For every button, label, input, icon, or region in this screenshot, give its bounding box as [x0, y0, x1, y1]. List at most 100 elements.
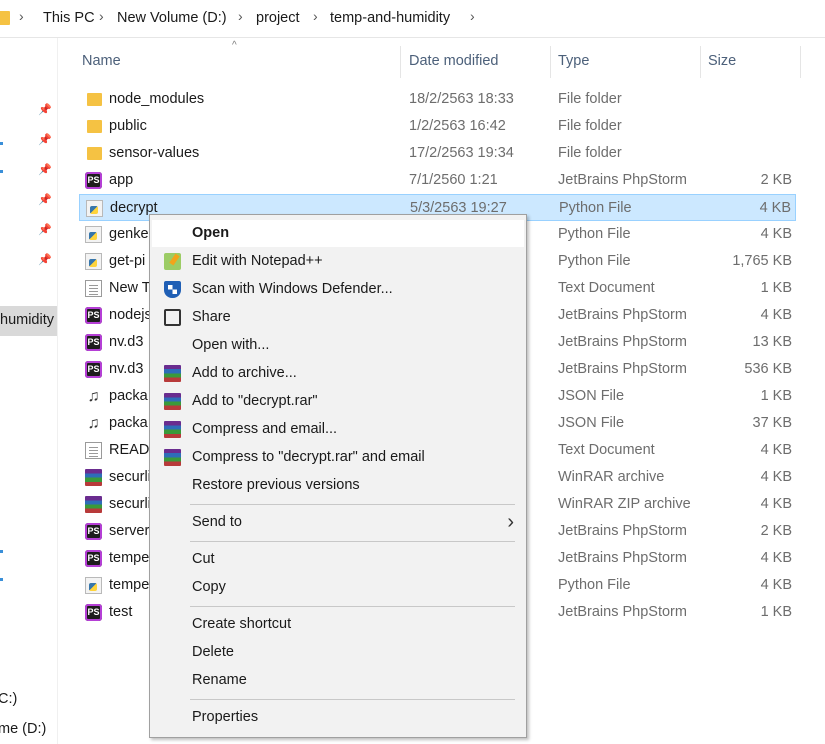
file-name: nv.d3 [109, 334, 144, 350]
pin-icon[interactable]: 📌 [38, 224, 52, 236]
winrar-icon [85, 469, 102, 486]
nav-item-marker [0, 578, 3, 581]
file-name: genke [109, 226, 149, 242]
nav-item-temp-and-humidity[interactable]: humidity [0, 306, 57, 336]
file-name: READI [109, 442, 154, 458]
file-type: Python File [558, 226, 631, 242]
nav-item-label: humidity [0, 312, 54, 328]
winrar-icon [164, 393, 181, 410]
file-date: 7/1/2560 1:21 [409, 172, 498, 188]
menu-item-label: Edit with Notepad++ [192, 253, 323, 269]
share-icon [164, 309, 181, 326]
file-row[interactable]: sensor-values 17/2/2563 19:34 File folder [79, 140, 796, 167]
file-size: 37 KB [752, 415, 793, 431]
menu-item-open-with[interactable]: Open with... [152, 332, 524, 359]
context-menu[interactable]: Open Edit with Notepad++ Scan with Windo… [149, 214, 527, 738]
file-row[interactable]: public 1/2/2563 16:42 File folder [79, 113, 796, 140]
file-type: Text Document [558, 280, 655, 296]
file-name: node_modules [109, 91, 205, 107]
defender-icon [164, 281, 181, 298]
pin-icon[interactable]: 📌 [38, 194, 52, 206]
file-name: nodejs [109, 307, 152, 323]
column-header-date-modified[interactable]: Date modified [409, 53, 498, 81]
file-type: JetBrains PhpStorm [558, 334, 687, 350]
file-type: JetBrains PhpStorm [558, 550, 687, 566]
file-size: 2 KB [760, 523, 792, 539]
menu-item-add-to-rar[interactable]: Add to "decrypt.rar" [152, 388, 524, 415]
column-divider[interactable] [700, 46, 701, 78]
pin-icon[interactable]: 📌 [38, 164, 52, 176]
column-divider[interactable] [800, 46, 801, 78]
pin-icon[interactable]: 📌 [38, 134, 52, 146]
breadcrumb-this-pc[interactable]: This PC [43, 10, 95, 26]
file-type: Text Document [558, 442, 655, 458]
menu-separator [190, 699, 515, 700]
breadcrumb-temp-and-humidity[interactable]: temp-and-humidity [330, 10, 450, 26]
menu-item-copy[interactable]: Copy [152, 574, 524, 601]
file-name: test [109, 604, 133, 620]
menu-item-compress-email[interactable]: Compress and email... [152, 416, 524, 443]
file-row[interactable]: PS app 7/1/2560 1:21 JetBrains PhpStorm 2 KB [79, 167, 796, 194]
notepadpp-icon [164, 253, 181, 270]
column-header-name[interactable]: Name [82, 53, 121, 81]
menu-item-open[interactable]: Open [152, 220, 524, 247]
pin-icon[interactable]: 📌 [38, 104, 52, 116]
file-date: 17/2/2563 19:34 [409, 145, 514, 161]
column-divider[interactable] [400, 46, 401, 78]
menu-item-share[interactable]: Share [152, 304, 524, 331]
file-type: JetBrains PhpStorm [558, 604, 687, 620]
column-header-size[interactable]: Size [708, 53, 736, 81]
menu-item-label: Compress to "decrypt.rar" and email [192, 449, 425, 465]
breadcrumb-project[interactable]: project [256, 10, 300, 26]
menu-item-send-to[interactable]: Send to › [152, 509, 524, 536]
column-divider[interactable] [550, 46, 551, 78]
file-name: securli [109, 496, 151, 512]
phpstorm-icon: PS [85, 334, 102, 351]
file-name: public [109, 118, 147, 134]
chevron-right-icon[interactable]: › [470, 8, 475, 24]
file-size: 536 KB [744, 361, 792, 377]
column-header-type[interactable]: Type [558, 53, 589, 81]
menu-item-label: Share [192, 309, 231, 325]
phpstorm-icon: PS [85, 307, 102, 324]
python-file-icon [85, 253, 102, 270]
file-row[interactable]: node_modules 18/2/2563 18:33 File folder [79, 86, 796, 113]
folder-icon [0, 11, 10, 25]
chevron-right-icon[interactable]: › [19, 8, 24, 24]
file-type: Python File [558, 253, 631, 269]
menu-item-create-shortcut[interactable]: Create shortcut [152, 611, 524, 638]
navigation-pane[interactable]: 📌 📌 📌 📌 📌 📌 humidity C:) me (D:) [0, 38, 58, 744]
menu-item-label: Cut [192, 551, 215, 567]
menu-item-compress-rar-email[interactable]: Compress to "decrypt.rar" and email [152, 444, 524, 471]
chevron-right-icon[interactable]: › [238, 8, 243, 24]
menu-item-cut[interactable]: Cut [152, 546, 524, 573]
address-bar[interactable]: › This PC › New Volume (D:) › project › … [0, 0, 825, 38]
menu-item-label: Restore previous versions [192, 477, 360, 493]
menu-item-delete[interactable]: Delete [152, 639, 524, 666]
menu-item-edit-notepadpp[interactable]: Edit with Notepad++ [152, 248, 524, 275]
file-type: JSON File [558, 415, 625, 431]
winrar-icon [85, 496, 102, 513]
file-name: server [109, 523, 150, 539]
chevron-right-icon[interactable]: › [313, 8, 318, 24]
file-type: JetBrains PhpStorm [558, 307, 687, 323]
phpstorm-icon: PS [85, 523, 102, 540]
nav-item-drive-d[interactable]: me (D:) [0, 721, 46, 737]
file-type: JetBrains PhpStorm [558, 172, 687, 188]
nav-item-drive-c[interactable]: C:) [0, 691, 17, 707]
winrar-icon [164, 449, 181, 466]
menu-item-properties[interactable]: Properties [152, 704, 524, 731]
python-file-icon [86, 200, 103, 217]
file-size: 4 KB [760, 550, 792, 566]
menu-item-restore-previous-versions[interactable]: Restore previous versions [152, 472, 524, 499]
chevron-right-icon[interactable]: › [99, 8, 104, 24]
file-type: File folder [558, 118, 622, 134]
pin-icon[interactable]: 📌 [38, 254, 52, 266]
menu-item-label: Copy [192, 579, 226, 595]
breadcrumb-new-volume[interactable]: New Volume (D:) [117, 10, 227, 26]
menu-item-rename[interactable]: Rename [152, 667, 524, 694]
menu-item-scan-defender[interactable]: Scan with Windows Defender... [152, 276, 524, 303]
menu-item-add-to-archive[interactable]: Add to archive... [152, 360, 524, 387]
file-type: Python File [559, 200, 632, 216]
file-type: WinRAR archive [558, 469, 665, 485]
